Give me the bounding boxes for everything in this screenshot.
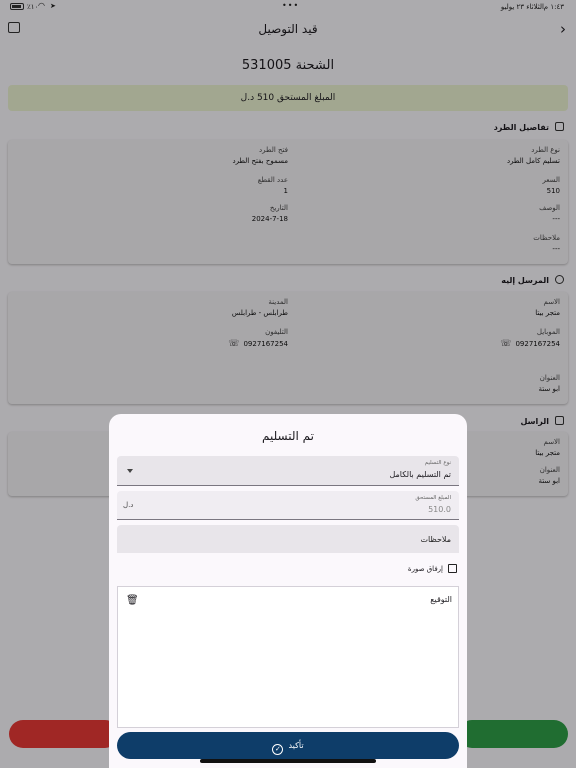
delivery-type-value: تم التسليم بالكامل: [389, 470, 451, 479]
dropdown-arrow-icon: [127, 469, 133, 473]
amount-due-field[interactable]: المبلغ المستحق 510.0 د.ل: [117, 491, 459, 520]
trash-icon[interactable]: 🗑: [126, 595, 139, 606]
amount-due-value: 510.0: [428, 505, 451, 514]
notes-placeholder: ملاحظات: [420, 535, 451, 544]
signature-label: التوقيع: [430, 595, 452, 604]
home-indicator[interactable]: [200, 759, 376, 763]
attach-image-button[interactable]: إرفاق صورة: [408, 564, 457, 573]
check-circle-icon: ✓: [272, 744, 284, 755]
notes-field[interactable]: ملاحظات: [117, 525, 459, 553]
delivery-type-select[interactable]: نوع التسليم تم التسليم بالكامل: [117, 456, 459, 486]
delivered-bottom-sheet: تم التسليم نوع التسليم تم التسليم بالكام…: [109, 414, 467, 768]
signature-pad[interactable]: التوقيع 🗑: [117, 586, 459, 728]
sheet-title: تم التسليم: [261, 429, 315, 443]
image-icon: [448, 564, 457, 573]
confirm-button[interactable]: تأكيد✓: [117, 732, 459, 759]
currency-suffix: د.ل: [123, 501, 134, 509]
